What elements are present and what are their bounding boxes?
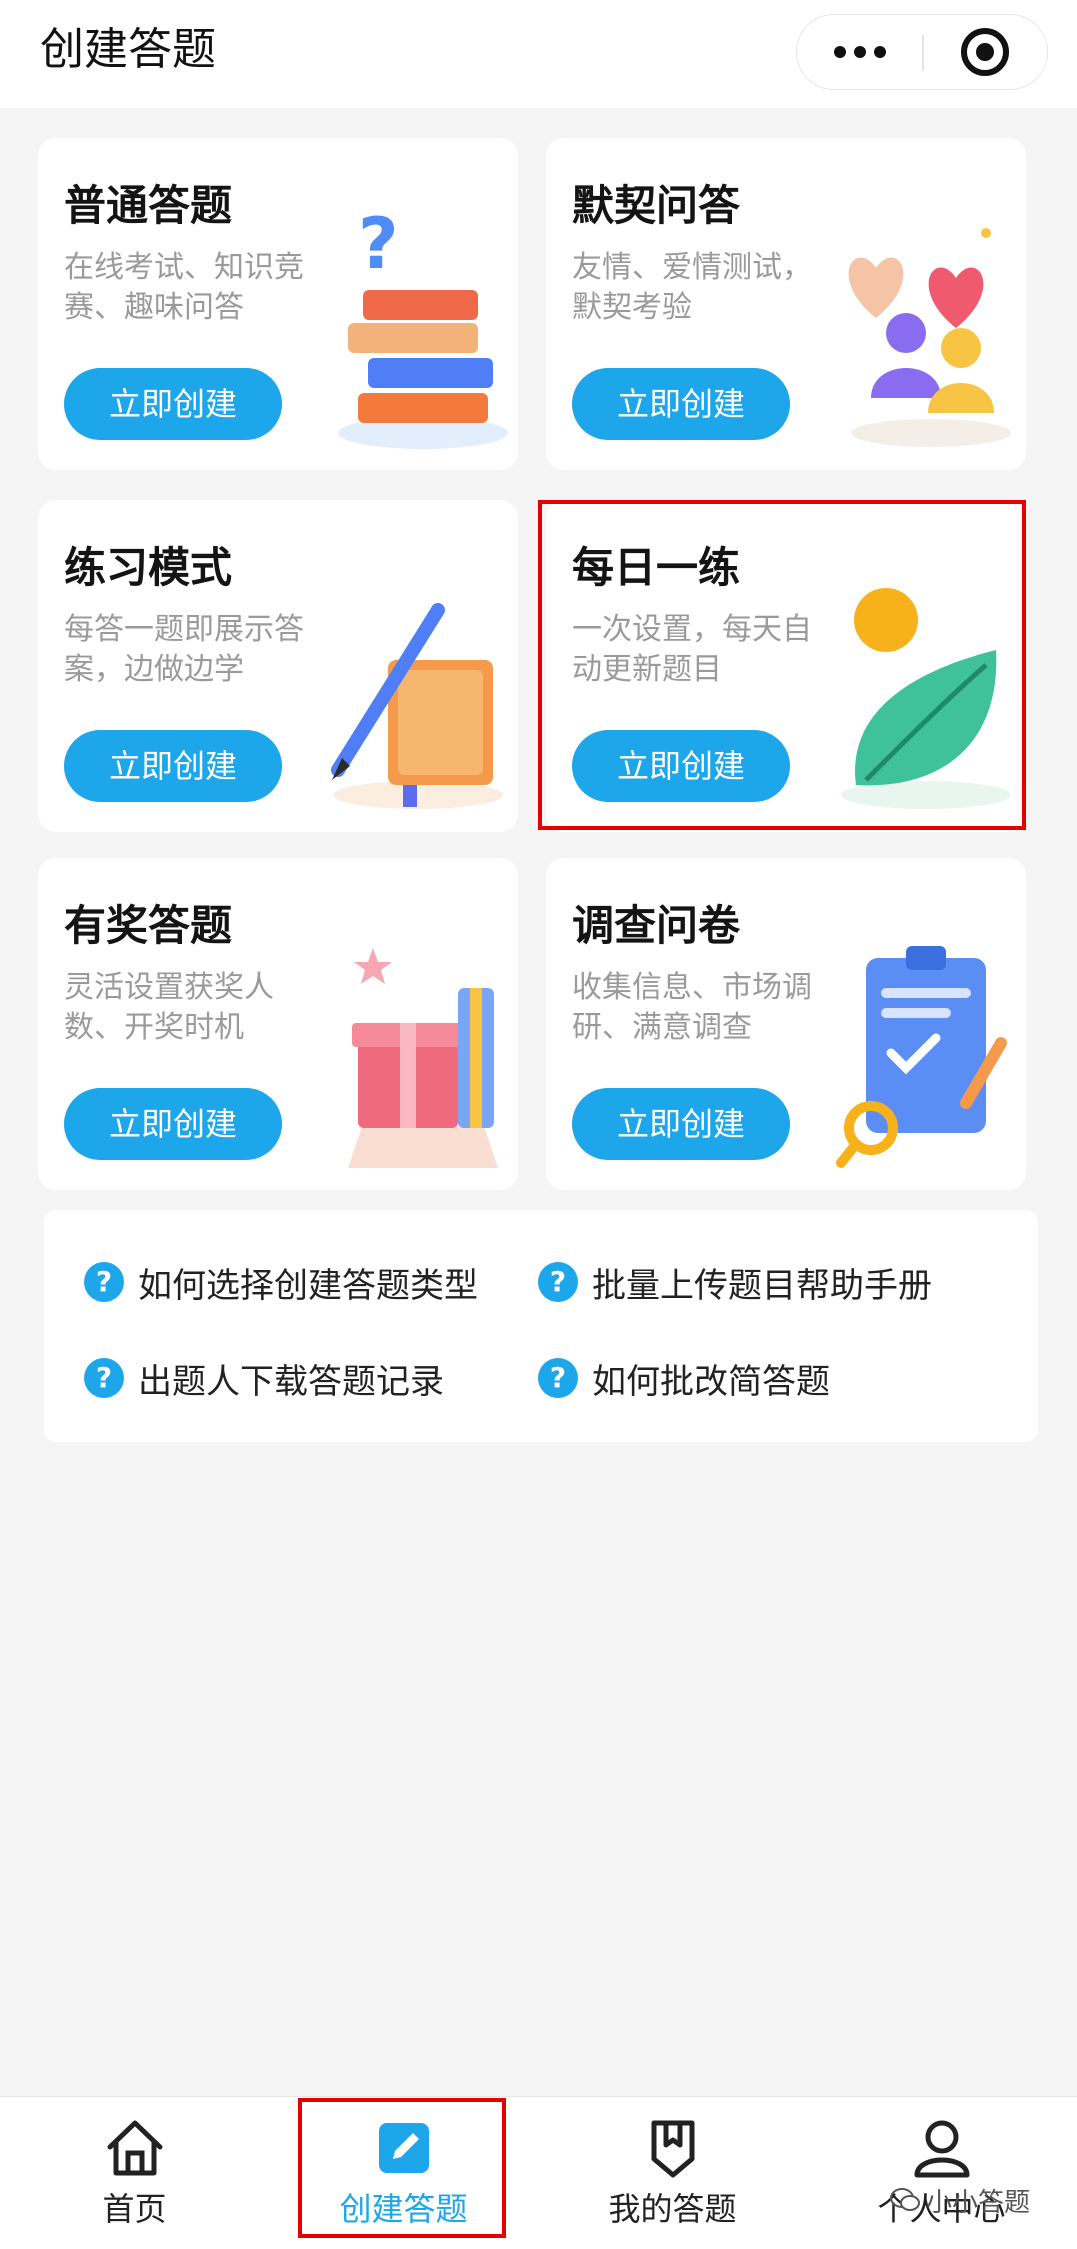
more-dots-icon[interactable]: [797, 15, 922, 89]
user-icon: [914, 2120, 970, 2178]
help-link-grade-short-answer[interactable]: ? 如何批改简答题: [538, 1350, 830, 1406]
card-desc: 每答一题即展示答案，边做边学: [64, 612, 304, 687]
wechat-icon: [890, 2188, 920, 2211]
edit-icon: [379, 2123, 429, 2173]
header: 创建答题: [0, 0, 1077, 108]
help-link-download-records[interactable]: ? 出题人下载答题记录: [84, 1350, 444, 1406]
question-icon: ?: [538, 1262, 578, 1302]
card-desc: 灵活设置获奖人数、开奖时机: [64, 970, 274, 1045]
hearts-people-icon: [848, 228, 1011, 447]
books-question-icon: ?: [338, 208, 508, 449]
badge-icon: [651, 2120, 695, 2178]
tab-label: 首页: [102, 2190, 167, 2228]
card-desc: 友情、爱情测试，默契考验: [572, 250, 812, 325]
card-title: 默契问答: [572, 181, 741, 230]
create-button[interactable]: 立即创建: [64, 368, 282, 440]
help-link-label: 如何选择创建答题类型: [138, 1265, 478, 1306]
help-panel: ? 如何选择创建答题类型 ? 批量上传题目帮助手册 ? 出题人下载答题记录 ? …: [44, 1210, 1038, 1442]
page-title: 创建答题: [40, 24, 216, 75]
create-button[interactable]: 立即创建: [64, 730, 282, 802]
svg-text:?: ?: [358, 208, 399, 285]
card-title: 调查问卷: [572, 901, 741, 950]
card-practice-mode: 练习模式 每答一题即展示答案，边做边学 立即创建: [38, 500, 518, 832]
sun-leaf-icon: [841, 588, 1011, 809]
help-link-choose-type[interactable]: ? 如何选择创建答题类型: [84, 1254, 478, 1310]
create-button[interactable]: 立即创建: [572, 1088, 790, 1160]
help-link-label: 出题人下载答题记录: [138, 1361, 444, 1402]
tab-home[interactable]: 首页: [0, 2097, 269, 2249]
clipboard-search-icon: [836, 946, 1007, 1168]
question-icon: ?: [538, 1358, 578, 1398]
watermark-text: 小小答题: [926, 2187, 1031, 2218]
card-title: 练习模式: [64, 543, 233, 592]
card-desc: 一次设置，每天自动更新题目: [572, 612, 812, 687]
capsule-menu: [796, 14, 1048, 90]
watermark: 小小答题: [890, 2182, 1030, 2218]
tab-my-quizzes[interactable]: 我的答题: [538, 2097, 807, 2249]
card-title: 有奖答题: [64, 901, 233, 950]
card-title: 每日一练: [572, 543, 741, 592]
help-link-batch-upload[interactable]: ? 批量上传题目帮助手册: [538, 1254, 932, 1310]
tab-label: 我的答题: [608, 2190, 737, 2228]
help-link-label: 批量上传题目帮助手册: [592, 1265, 932, 1306]
card-normal-quiz: 普通答题 在线考试、知识竞赛、趣味问答 立即创建 ?: [38, 138, 518, 470]
card-tacit-quiz: 默契问答 友情、爱情测试，默契考验 立即创建: [546, 138, 1026, 470]
capsule-divider: [922, 35, 924, 71]
target-circle-icon[interactable]: [961, 28, 1009, 76]
card-title: 普通答题: [64, 181, 233, 230]
tab-create-quiz[interactable]: 创建答题: [269, 2097, 538, 2249]
create-button[interactable]: 立即创建: [64, 1088, 282, 1160]
card-daily-practice: 每日一练 一次设置，每天自动更新题目 立即创建: [546, 500, 1026, 832]
question-icon: ?: [84, 1262, 124, 1302]
create-button[interactable]: 立即创建: [572, 368, 790, 440]
card-prize-quiz: 有奖答题 灵活设置获奖人数、开奖时机 立即创建: [38, 858, 518, 1190]
home-icon: [107, 2120, 163, 2176]
help-link-label: 如何批改简答题: [592, 1361, 830, 1402]
create-button[interactable]: 立即创建: [572, 730, 790, 802]
tab-profile[interactable]: 个人中心: [807, 2097, 1076, 2249]
card-survey: 调查问卷 收集信息、市场调研、满意调查 立即创建: [546, 858, 1026, 1190]
card-desc: 在线考试、知识竞赛、趣味问答: [64, 250, 304, 325]
tab-bar: 首页 创建答题 我的答题 个人中心: [0, 2096, 1077, 2249]
question-icon: ?: [84, 1358, 124, 1398]
card-desc: 收集信息、市场调研、满意调查: [572, 970, 812, 1045]
gift-box-icon: [348, 948, 498, 1168]
pencil-book-icon: [331, 603, 503, 809]
tab-label: 创建答题: [339, 2190, 468, 2228]
